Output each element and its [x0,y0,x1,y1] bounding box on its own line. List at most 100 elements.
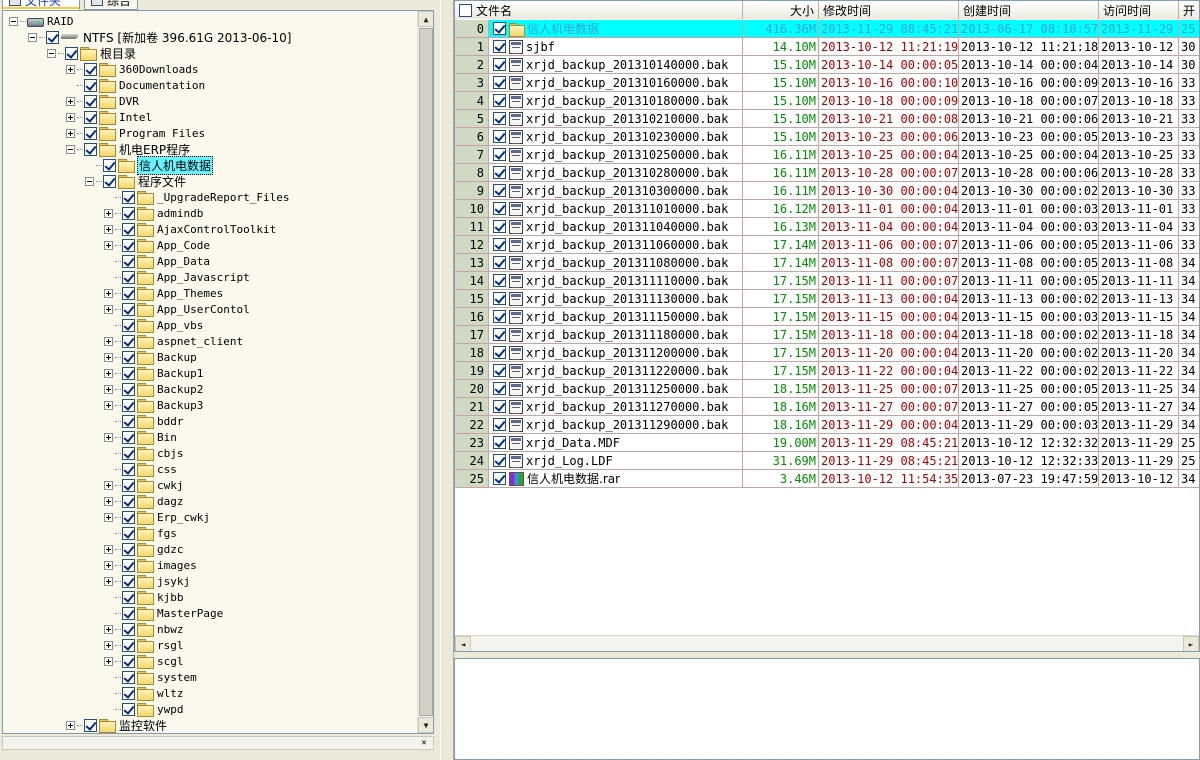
expand-icon[interactable] [104,288,113,298]
collapse-icon[interactable] [66,144,75,154]
tree-node[interactable]: Backup [104,349,198,365]
file-name-cell[interactable]: xrjd_Log.LDF [489,452,743,470]
expand-icon[interactable] [104,368,113,378]
tree-node-label[interactable]: App_Themes [156,287,224,300]
expand-icon[interactable] [104,480,113,490]
expand-icon[interactable] [104,496,113,506]
tree-checkbox[interactable] [122,254,135,268]
tree-checkbox[interactable] [122,334,135,348]
file-name-cell[interactable]: xrjd_backup_201310300000.bak [489,182,743,200]
table-row[interactable]: 14 xrjd_backup_201311110000.bak 17.15M 2013… [455,272,1199,290]
tree-node-label[interactable]: App_UserContol [156,303,251,316]
file-name-cell[interactable]: xrjd_backup_201310250000.bak [489,146,743,164]
tree-checkbox[interactable] [122,590,135,604]
tree-node-label[interactable]: jsykj [156,575,191,588]
tree-checkbox[interactable] [84,718,97,732]
tree-checkbox[interactable] [122,462,135,476]
row-checkbox[interactable] [493,202,506,215]
table-row[interactable]: 1 sjbf 14.10M 2013-10-12 11:21:19 2013-10-12… [455,38,1199,56]
tree-node[interactable]: App_Data [104,253,211,269]
tree-checkbox[interactable] [103,174,116,188]
table-row[interactable]: 3 xrjd_backup_201310160000.bak 15.10M 2013-… [455,74,1199,92]
tree-node-label[interactable]: App_Data [156,255,211,268]
row-checkbox[interactable] [493,274,506,287]
tree-node[interactable]: rsgl [104,637,185,653]
tree-checkbox[interactable] [84,126,97,140]
file-name-cell[interactable]: xrjd_backup_201310180000.bak [489,92,743,110]
row-checkbox[interactable] [493,130,506,143]
tree-node-label[interactable]: fgs [156,527,178,540]
expand-icon[interactable] [104,352,113,362]
tree-checkbox[interactable] [65,46,78,60]
row-checkbox[interactable] [493,382,506,395]
tree-node[interactable]: scgl [104,653,185,669]
row-checkbox[interactable] [493,310,506,323]
tree-node[interactable]: Backup3 [104,397,204,413]
tree-checkbox[interactable] [122,302,135,316]
table-row[interactable]: 21 xrjd_backup_201311270000.bak 18.16M 2013… [455,398,1199,416]
file-name-cell[interactable]: xrjd_backup_201311040000.bak [489,218,743,236]
tree-node-label[interactable]: MasterPage [156,607,224,620]
row-checkbox[interactable] [493,292,506,305]
table-row[interactable]: 4 xrjd_backup_201310180000.bak 15.10M 2013-… [455,92,1199,110]
table-row[interactable]: 7 xrjd_backup_201310250000.bak 16.11M 2013-… [455,146,1199,164]
tree-node-label[interactable]: Backup3 [156,399,204,412]
tree-node[interactable]: cwkj [104,477,185,493]
tree-node-label[interactable]: Program Files [118,127,206,140]
table-row[interactable]: 19 xrjd_backup_201311220000.bak 17.15M 2013… [455,362,1199,380]
tree-checkbox[interactable] [122,686,135,700]
row-checkbox[interactable] [493,40,506,53]
expand-icon[interactable] [66,128,75,138]
file-name-cell[interactable]: xrjd_backup_201311150000.bak [489,308,743,326]
expand-icon[interactable] [104,400,113,410]
tree-node-label[interactable]: AjaxControlToolkit [156,223,277,236]
tree-checkbox[interactable] [84,78,97,92]
tree-node-label[interactable]: wltz [156,687,185,700]
tree-checkbox[interactable] [122,206,135,220]
expand-icon[interactable] [104,240,113,250]
tree-checkbox[interactable] [122,222,135,236]
expand-icon[interactable] [104,432,113,442]
tree-checkbox[interactable] [122,190,135,204]
tab-folders[interactable]: 文件夹 [2,0,80,10]
row-checkbox[interactable] [493,364,506,377]
tree-node[interactable]: Documentation [66,77,206,93]
tree-node-label[interactable]: images [156,559,198,572]
tree-node[interactable]: NTFS [新加卷 396.61G 2013-06-10] [28,29,292,45]
tree-node[interactable]: App_Javascript [104,269,251,285]
row-checkbox[interactable] [493,220,506,233]
tree-checkbox[interactable] [122,318,135,332]
tree-checkbox[interactable] [122,574,135,588]
table-row[interactable]: 22 xrjd_backup_201311290000.bak 18.16M 2013… [455,416,1199,434]
tree-checkbox[interactable] [122,238,135,252]
file-name-cell[interactable]: sjbf [489,38,743,56]
tree-checkbox[interactable] [122,510,135,524]
row-checkbox[interactable] [493,454,506,467]
tree-checkbox[interactable] [84,110,97,124]
tree-node-label[interactable]: 监控软件 [118,717,168,734]
row-checkbox[interactable] [493,148,506,161]
tree-node-label[interactable]: rsgl [156,639,185,652]
file-name-cell[interactable]: xrjd_backup_201311200000.bak [489,344,743,362]
tree-node[interactable]: App_UserContol [104,301,251,317]
tree-horizontal-strip[interactable]: ✕ [2,736,434,750]
row-checkbox[interactable] [493,112,506,125]
file-name-cell[interactable]: xrjd_backup_201311250000.bak [489,380,743,398]
expand-icon[interactable] [104,544,113,554]
expand-icon[interactable] [104,560,113,570]
tree-checkbox[interactable] [122,446,135,460]
tree-node-label[interactable]: _UpgradeReport_Files [156,191,290,204]
tree-node-label[interactable]: nbwz [156,623,185,636]
row-checkbox[interactable] [493,22,506,35]
expand-icon[interactable] [104,384,113,394]
tree-checkbox[interactable] [103,158,116,172]
row-checkbox[interactable] [493,58,506,71]
tree-checkbox[interactable] [122,654,135,668]
tree-node[interactable]: MasterPage [104,605,224,621]
row-checkbox[interactable] [493,94,506,107]
file-name-cell[interactable]: 信人机电数据 [489,20,743,38]
expand-icon[interactable] [66,64,75,74]
table-row[interactable]: 17 xrjd_backup_201311180000.bak 17.15M 2013… [455,326,1199,344]
tree-checkbox[interactable] [46,30,59,44]
tree-node-label[interactable]: App_Javascript [156,271,251,284]
